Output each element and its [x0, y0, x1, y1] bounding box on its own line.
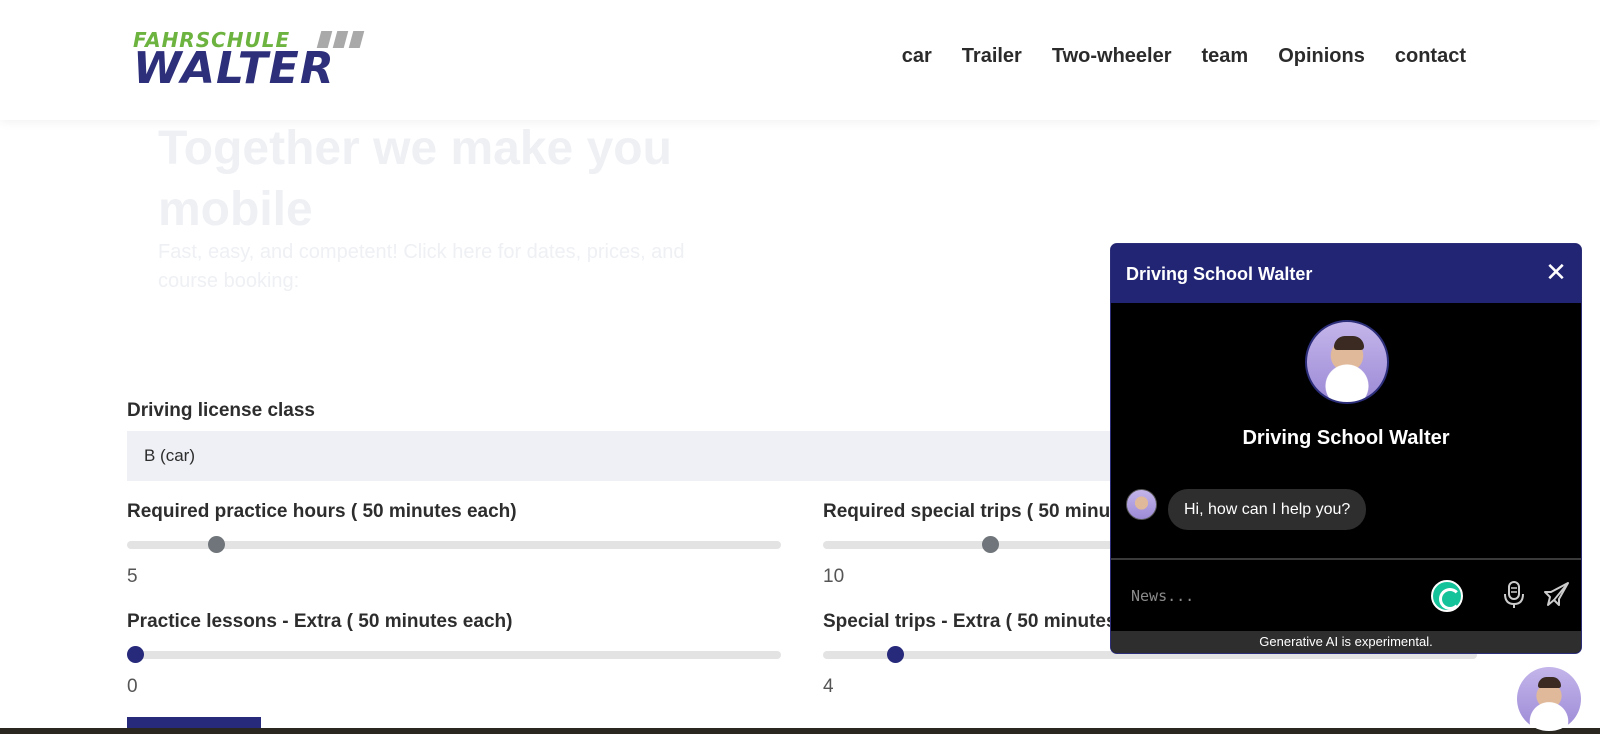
message-avatar [1126, 489, 1157, 520]
chat-header: Driving School Walter ✕ [1111, 244, 1581, 303]
chat-widget: Driving School Walter ✕ Driving School W… [1110, 243, 1582, 654]
footer-strip [0, 728, 1600, 734]
close-icon[interactable]: ✕ [1541, 257, 1571, 287]
license-class-label: Driving license class [127, 400, 315, 421]
bot-name: Driving School Walter [1242, 427, 1450, 449]
logo-main-text: WALTER [133, 43, 335, 94]
bot-avatar [1305, 320, 1389, 404]
extra-practice-slider[interactable] [127, 646, 781, 663]
extra-special-thumb[interactable] [886, 646, 904, 663]
nav-two-wheeler[interactable]: Two-wheeler [1052, 45, 1172, 68]
hero-subtitle: Fast, easy, and competent! Click here fo… [158, 241, 685, 292]
practice-hours-thumb[interactable] [207, 536, 225, 553]
chat-title: Driving School Walter [1126, 264, 1313, 284]
practice-hours-slider[interactable] [127, 536, 781, 553]
nav-contact[interactable]: contact [1395, 45, 1466, 68]
grammarly-icon[interactable] [1431, 580, 1463, 612]
extra-special-value: 4 [823, 676, 834, 697]
nav-opinions[interactable]: Opinions [1278, 45, 1365, 68]
nav-team[interactable]: team [1202, 45, 1249, 68]
logo[interactable]: FAHRSCHULE WALTER [133, 28, 381, 94]
chat-divider [1111, 558, 1581, 560]
nav-trailer[interactable]: Trailer [962, 45, 1022, 68]
ai-disclaimer: Generative AI is experimental. [1111, 631, 1581, 653]
special-trips-value: 10 [823, 566, 845, 587]
chat-launcher-avatar[interactable] [1517, 667, 1581, 731]
extra-practice-value: 0 [127, 676, 138, 697]
site-header: FAHRSCHULE WALTER car Trailer Two-wheele… [0, 0, 1600, 120]
special-trips-thumb[interactable] [981, 536, 999, 553]
practice-hours-value: 5 [127, 566, 138, 587]
chat-message-input[interactable] [1131, 584, 1401, 608]
hero-title: Together we make you mobile [158, 122, 672, 236]
page: FAHRSCHULE WALTER car Trailer Two-wheele… [0, 0, 1600, 734]
practice-hours-label: Required practice hours ( 50 minutes eac… [127, 501, 517, 522]
nav-car[interactable]: car [902, 45, 932, 68]
extra-practice-label: Practice lessons - Extra ( 50 minutes ea… [127, 611, 513, 632]
extra-practice-thumb[interactable] [127, 646, 144, 663]
send-icon[interactable] [1541, 580, 1571, 610]
microphone-icon[interactable] [1501, 580, 1527, 610]
main-nav: car Trailer Two-wheeler team Opinions co… [902, 45, 1466, 68]
bot-message: Hi, how can I help you? [1168, 489, 1367, 530]
